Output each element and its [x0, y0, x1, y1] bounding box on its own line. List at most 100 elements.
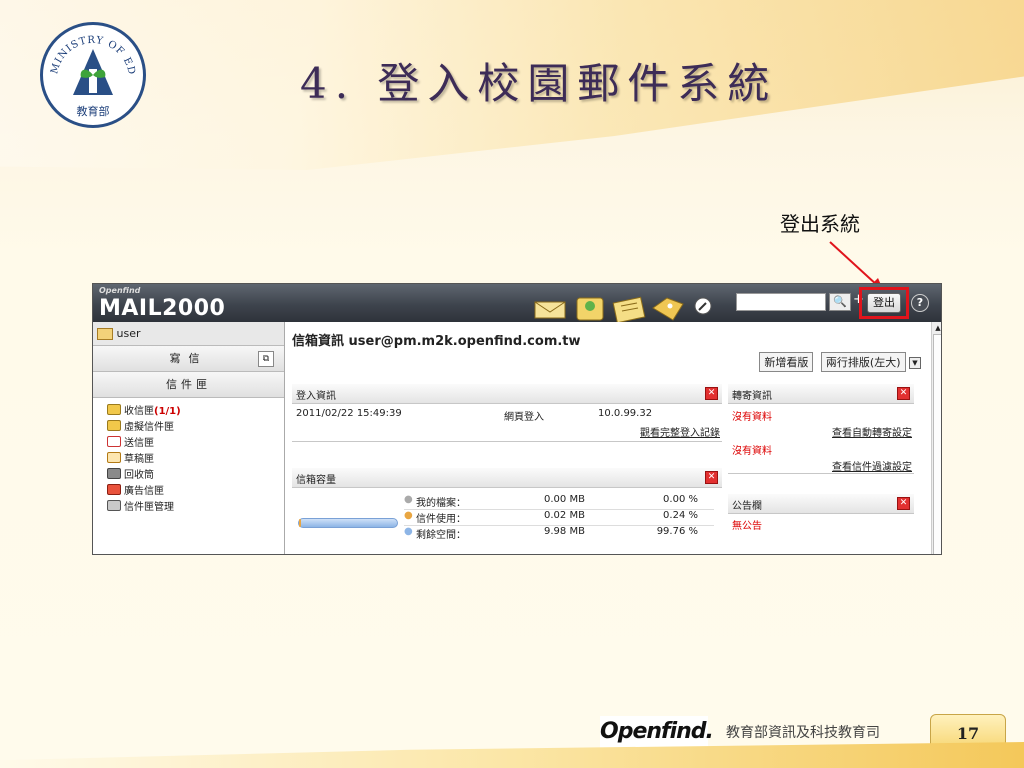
storage-bar	[298, 518, 398, 528]
storage-panel: 信箱容量 ✕ ● 我的檔案： 0.00 MB 0.00 % ● 信件使用： 0.…	[292, 468, 722, 554]
bulletin-panel-header: 公告欄 ✕	[728, 494, 914, 514]
folders-header[interactable]: 信件匣	[93, 372, 284, 398]
storage-size: 9.98 MB	[544, 526, 585, 537]
app-logo[interactable]: MAIL2000	[99, 296, 225, 321]
folder-label: 信件匣管理	[124, 502, 174, 513]
bullet-icon: ●	[404, 510, 413, 521]
sent-icon	[107, 436, 121, 447]
storage-table: ● 我的檔案： 0.00 MB 0.00 % ● 信件使用： 0.02 MB 0…	[404, 494, 714, 542]
storage-row: ● 我的檔案： 0.00 MB 0.00 %	[404, 494, 714, 510]
trash-icon	[107, 468, 121, 479]
user-icon	[97, 328, 113, 340]
storage-size: 0.00 MB	[544, 494, 585, 505]
folder-label: 虛擬信件匣	[124, 422, 174, 433]
help-button[interactable]: ?	[911, 294, 929, 312]
folder-label: 回收筒	[124, 470, 154, 481]
mail-icon[interactable]	[534, 301, 566, 319]
new-board-button[interactable]: 新增看版	[759, 352, 814, 372]
full-login-log-link[interactable]: 觀看完整登入記錄	[640, 424, 720, 439]
filter-settings-link[interactable]: 查看信件過濾設定	[832, 458, 912, 473]
sidebar: user 寫信 ⧉ 信件匣 收信匣(1/1) 虛擬信件匣 送信匣 草稿匣 回收筒	[93, 322, 285, 554]
folder-tree: 收信匣(1/1) 虛擬信件匣 送信匣 草稿匣 回收筒 廣告信匣 信件匣管理	[93, 398, 284, 516]
tools-icon	[107, 500, 121, 511]
scroll-up-icon[interactable]: ▲	[932, 322, 941, 334]
layout-select[interactable]: 兩行排版(左大)	[820, 352, 906, 372]
close-icon[interactable]: ✕	[897, 387, 910, 400]
storage-row: ● 信件使用： 0.02 MB 0.24 %	[404, 510, 714, 526]
layout-select-value: 兩行排版(左大)	[825, 356, 901, 369]
main-title: 信箱資訊 user@pm.m2k.openfind.com.tw	[286, 322, 931, 349]
search-input[interactable]	[736, 293, 826, 311]
chevron-down-icon[interactable]: ▼	[909, 357, 921, 369]
no-data-text: 沒有資料	[732, 446, 772, 457]
folder-inbox[interactable]: 收信匣(1/1)	[107, 404, 284, 420]
main-title-label: 信箱資訊	[292, 334, 345, 349]
view-controls: 新增看版 兩行排版(左大) ▼	[755, 352, 921, 372]
close-icon[interactable]: ✕	[705, 471, 718, 484]
footer-department: 教育部資訊及科技教育司	[726, 725, 880, 741]
folder-label: 送信匣	[124, 438, 154, 449]
close-icon[interactable]: ✕	[705, 387, 718, 400]
login-ip: 10.0.99.32	[598, 408, 653, 419]
user-row[interactable]: user	[93, 322, 284, 346]
bullet-icon: ●	[404, 526, 413, 537]
folder-virtual[interactable]: 虛擬信件匣	[107, 420, 284, 436]
storage-pct: 99.76 %	[656, 526, 698, 537]
close-icon[interactable]: ✕	[897, 497, 910, 510]
spam-icon	[107, 484, 121, 495]
storage-label: 剩餘空間：	[416, 530, 466, 541]
no-bulletin-text: 無公告	[732, 521, 762, 532]
main-scrollbar[interactable]: ▲	[931, 322, 941, 554]
inbox-icon	[107, 404, 121, 415]
forward-panel-header: 轉寄資訊 ✕	[728, 384, 914, 404]
app-topbar: Openfind MAIL2000 🔍 + 登出 ?	[93, 284, 941, 322]
panel-title: 轉寄資訊	[732, 391, 772, 402]
storage-size: 0.02 MB	[544, 510, 585, 521]
storage-pct: 0.24 %	[663, 510, 698, 521]
compose-popout-icon[interactable]: ⧉	[258, 351, 274, 367]
mail-screenshot: Openfind MAIL2000 🔍 + 登出 ? user 寫信 ⧉ 信件匣…	[92, 283, 942, 555]
folder-sent[interactable]: 送信匣	[107, 436, 284, 452]
folder-manage[interactable]: 信件匣管理	[107, 500, 284, 516]
panel-title: 信箱容量	[296, 475, 336, 486]
scrollbar-thumb[interactable]	[933, 334, 941, 554]
storage-pct: 0.00 %	[663, 494, 698, 505]
logout-highlight-box	[859, 287, 909, 319]
panel-title: 公告欄	[732, 501, 762, 512]
panel-title: 登入資訊	[296, 391, 336, 402]
username: user	[116, 327, 141, 340]
tag-icon[interactable]	[652, 297, 684, 321]
openfind-logo: Openfind.	[600, 716, 714, 748]
no-data-text: 沒有資料	[732, 412, 772, 423]
main-panel: 信箱資訊 user@pm.m2k.openfind.com.tw 新增看版 兩行…	[286, 322, 931, 554]
login-type: 網頁登入	[504, 412, 544, 423]
search-icon: 🔍	[833, 295, 847, 308]
folder-label: 草稿匣	[124, 454, 154, 465]
storage-label: 我的檔案：	[416, 498, 466, 509]
virtual-folder-icon	[107, 420, 121, 431]
folder-trash[interactable]: 回收筒	[107, 468, 284, 484]
forward-panel: 轉寄資訊 ✕ 沒有資料 查看自動轉寄設定 沒有資料 查看信件過濾設定	[728, 384, 914, 476]
bullet-icon: ●	[404, 494, 413, 505]
storage-panel-header: 信箱容量 ✕	[292, 468, 722, 488]
bulletin-panel: 公告欄 ✕ 無公告	[728, 494, 914, 554]
storage-label: 信件使用：	[416, 514, 466, 525]
brand-small: Openfind	[99, 286, 141, 295]
auto-forward-settings-link[interactable]: 查看自動轉寄設定	[832, 424, 912, 439]
folder-spam[interactable]: 廣告信匣	[107, 484, 284, 500]
search-button[interactable]: 🔍	[829, 293, 851, 311]
compose-button[interactable]: 寫信 ⧉	[93, 346, 284, 372]
login-time: 2011/02/22 15:49:39	[296, 408, 402, 419]
login-panel-header: 登入資訊 ✕	[292, 384, 722, 404]
folder-label: 收信匣	[124, 406, 154, 417]
toolbar-icons	[534, 296, 712, 322]
main-title-email: user@pm.m2k.openfind.com.tw	[348, 334, 581, 349]
storage-row: ● 剩餘空間： 9.98 MB 99.76 %	[404, 526, 714, 542]
address-book-icon[interactable]	[576, 297, 604, 321]
settings-wrench-icon[interactable]	[694, 297, 712, 315]
compose-label: 寫信	[169, 352, 208, 365]
notes-icon[interactable]	[612, 296, 646, 322]
folder-drafts[interactable]: 草稿匣	[107, 452, 284, 468]
folder-label: 廣告信匣	[124, 486, 164, 497]
unread-count: (1/1)	[154, 406, 181, 417]
